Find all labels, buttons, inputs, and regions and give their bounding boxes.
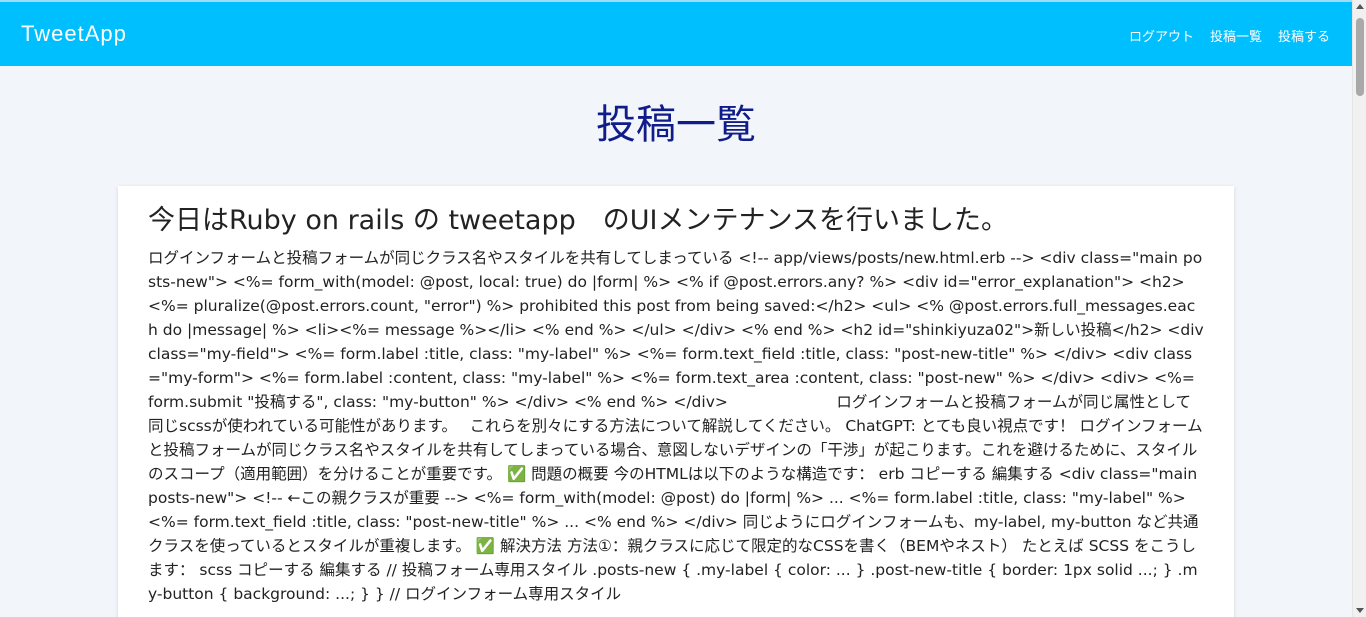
nav-new-post-link[interactable]: 投稿する	[1278, 26, 1330, 45]
page: TweetApp ログアウト 投稿一覧 投稿する 投稿一覧 今日はRuby on…	[0, 0, 1366, 617]
scroll-down-arrow-icon[interactable]	[1356, 608, 1364, 613]
scroll-up-arrow-icon[interactable]	[1356, 4, 1364, 9]
page-scrollbar[interactable]	[1352, 0, 1366, 617]
header-nav: ログアウト 投稿一覧 投稿する	[1129, 26, 1330, 45]
nav-posts-index-link[interactable]: 投稿一覧	[1210, 26, 1262, 45]
header-bar: TweetApp ログアウト 投稿一覧 投稿する	[0, 0, 1352, 66]
page-title: 投稿一覧	[596, 102, 756, 148]
post-title[interactable]: 今日はRuby on rails の tweetapp のUIメンテナンスを行い…	[148, 202, 1204, 240]
scroll-thumb[interactable]	[1356, 18, 1364, 96]
post-body: ログインフォームと投稿フォームが同じクラス名やスタイルを共有してしまっている <…	[148, 249, 1204, 603]
post-card[interactable]: 今日はRuby on rails の tweetapp のUIメンテナンスを行い…	[118, 186, 1234, 617]
brand-logo-link[interactable]: TweetApp	[21, 21, 127, 47]
nav-logout-link[interactable]: ログアウト	[1129, 26, 1194, 45]
